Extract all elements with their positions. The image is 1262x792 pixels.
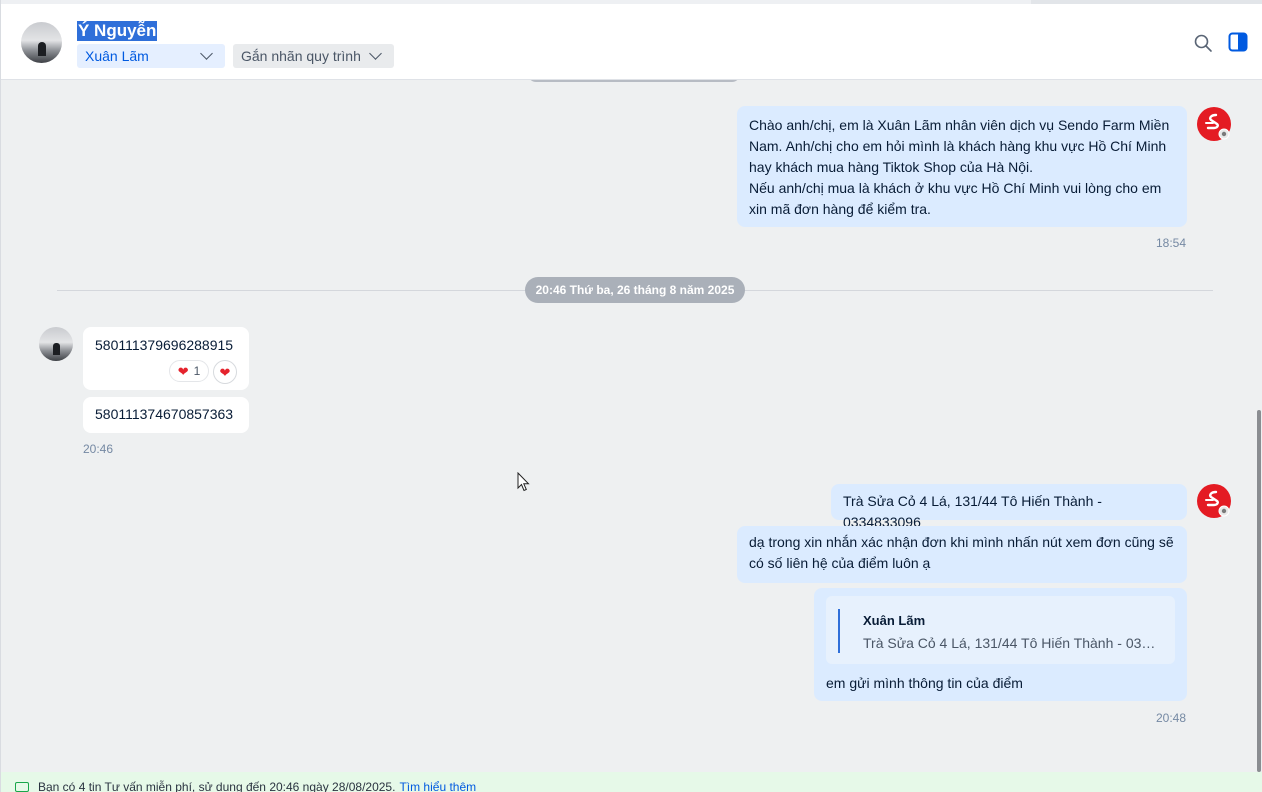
banner-text: Bạn có 4 tin Tư vấn miễn phí, sử dụng đế… bbox=[38, 780, 396, 792]
scrollbar[interactable] bbox=[1257, 410, 1261, 772]
free-message-banner: Bạn có 4 tin Tư vấn miễn phí, sử dụng đế… bbox=[1, 772, 1262, 792]
message-icon bbox=[15, 782, 29, 792]
assignee-value: Xuân Lãm bbox=[85, 48, 149, 64]
message-line: có số liên hệ của điểm luôn ạ bbox=[749, 555, 931, 571]
message-line: hay khách mua hàng Tiktok Shop của Hà Nộ… bbox=[749, 159, 1034, 175]
message-time: 20:48 bbox=[1156, 711, 1187, 725]
message-line: dạ trong xin nhắn xác nhận đơn khi mình … bbox=[749, 534, 1174, 550]
quote-bar bbox=[838, 609, 840, 653]
quote-author: Xuân Lãm bbox=[863, 613, 926, 628]
chevron-down-icon bbox=[369, 47, 382, 60]
message-text: em gửi mình thông tin của điểm bbox=[826, 675, 1023, 691]
assignee-dropdown[interactable]: Xuân Lãm bbox=[77, 44, 225, 68]
process-tag-placeholder: Gắn nhãn quy trình bbox=[241, 48, 361, 64]
mouse-cursor-icon bbox=[517, 472, 530, 492]
message-line: Nếu anh/chị mua là khách ở khu vực Hồ Ch… bbox=[749, 180, 1162, 196]
message-text: 580111374670857363 bbox=[95, 406, 234, 422]
message-line: Nam. Anh/chị cho em hỏi mình là khách hà… bbox=[749, 138, 1167, 154]
chat-header: Ý Nguyễn Xuân Lãm Gắn nhãn quy trình bbox=[1, 4, 1262, 80]
reaction-summary[interactable]: ❤ 1 bbox=[169, 360, 209, 382]
chat-window: Ý Nguyễn Xuân Lãm Gắn nhãn quy trình Chà… bbox=[0, 0, 1262, 792]
search-icon[interactable] bbox=[1193, 33, 1213, 53]
react-button[interactable]: ❤ bbox=[213, 360, 237, 384]
sendo-logo-icon bbox=[1205, 113, 1230, 140]
message-outgoing[interactable]: dạ trong xin nhắn xác nhận đơn khi mình … bbox=[737, 526, 1187, 583]
sendo-logo-icon bbox=[1205, 490, 1230, 517]
message-outgoing[interactable]: Chào anh/chị, em là Xuân Lãm nhân viên d… bbox=[737, 106, 1187, 227]
panel-toggle-icon[interactable] bbox=[1228, 32, 1248, 52]
message-outgoing-reply[interactable]: Xuân Lãm Trà Sửa Cỏ 4 Lá, 131/44 Tô Hiến… bbox=[814, 588, 1187, 701]
agent-avatar[interactable] bbox=[1197, 107, 1231, 141]
date-separator: 20:46 Thứ ba, 26 tháng 8 năm 2025 bbox=[525, 277, 745, 303]
quoted-message[interactable]: Xuân Lãm Trà Sửa Cỏ 4 Lá, 131/44 Tô Hiến… bbox=[826, 596, 1175, 664]
message-list[interactable]: Chào anh/chị, em là Xuân Lãm nhân viên d… bbox=[1, 80, 1262, 772]
reaction-count: 1 bbox=[193, 364, 201, 378]
contact-message-avatar[interactable] bbox=[39, 327, 73, 361]
message-time: 20:46 bbox=[83, 442, 114, 456]
chevron-down-icon bbox=[200, 47, 213, 60]
message-outgoing[interactable]: Trà Sửa Cỏ 4 Lá, 131/44 Tô Hiến Thành - … bbox=[831, 484, 1187, 530]
quote-text: Trà Sửa Cỏ 4 Lá, 131/44 Tô Hiến Thành - … bbox=[863, 635, 1163, 651]
message-line: Chào anh/chị, em là Xuân Lãm nhân viên d… bbox=[749, 117, 1170, 133]
heart-icon: ❤ bbox=[177, 363, 189, 379]
message-time: 18:54 bbox=[1156, 236, 1187, 250]
process-tag-dropdown[interactable]: Gắn nhãn quy trình bbox=[233, 44, 394, 68]
message-incoming[interactable]: 580111374670857363 bbox=[83, 397, 249, 433]
agent-avatar[interactable] bbox=[1197, 484, 1231, 518]
contact-avatar[interactable] bbox=[21, 22, 62, 63]
previous-date-separator bbox=[528, 80, 740, 82]
message-line: xin mã đơn hàng để kiểm tra. bbox=[749, 201, 931, 217]
heart-icon: ❤ bbox=[219, 364, 231, 380]
learn-more-link[interactable]: Tìm hiểu thêm bbox=[399, 780, 476, 792]
message-text: 580111379696288915 bbox=[95, 337, 234, 353]
contact-name[interactable]: Ý Nguyễn bbox=[77, 21, 158, 41]
